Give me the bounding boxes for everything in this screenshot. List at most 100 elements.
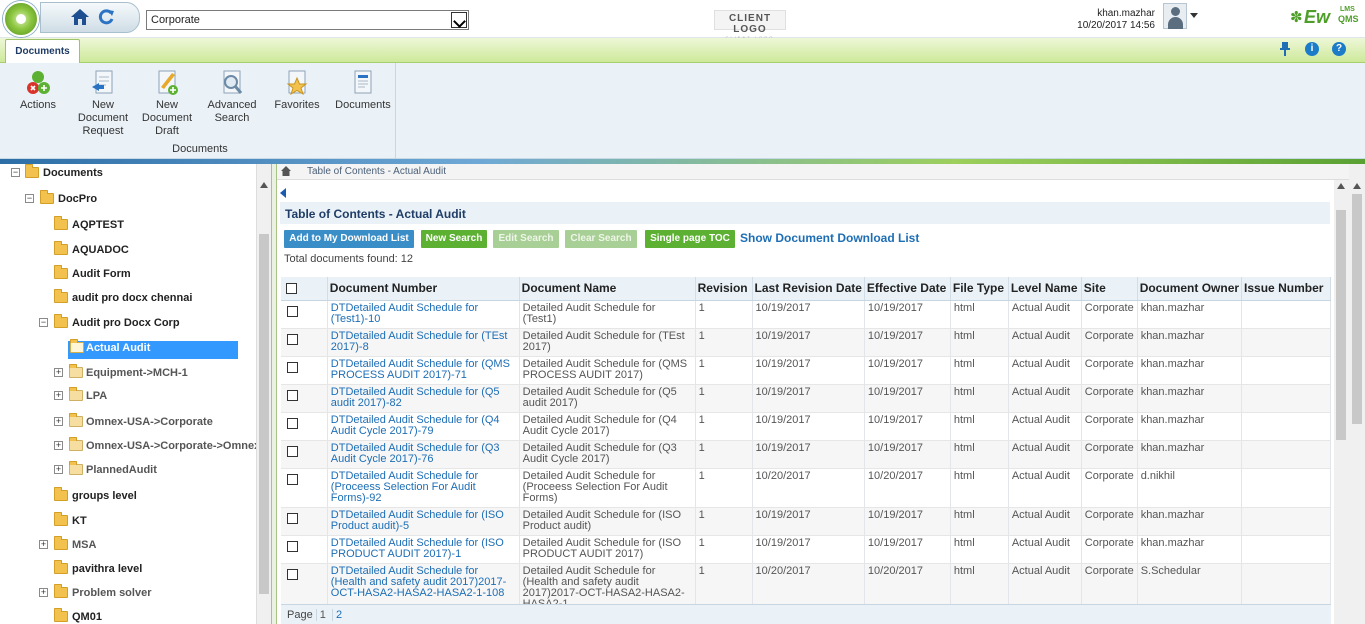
table-row[interactable]: DTDetailed Audit Schedule for (Q4 Audit … bbox=[281, 412, 1331, 441]
caret-down-icon[interactable] bbox=[1190, 13, 1198, 18]
documents-button[interactable]: Documents bbox=[332, 69, 394, 112]
expand-icon[interactable]: + bbox=[39, 540, 48, 549]
new-document-request-button[interactable]: New Document Request bbox=[76, 69, 130, 138]
row-checkbox[interactable] bbox=[287, 389, 298, 401]
expand-icon[interactable]: + bbox=[39, 588, 48, 597]
tree-scrollbar[interactable] bbox=[256, 164, 271, 624]
column-header[interactable]: File Type bbox=[950, 277, 1009, 301]
table-cell: khan.mazhar bbox=[1137, 507, 1243, 536]
home-icon[interactable] bbox=[70, 8, 90, 26]
table-row[interactable]: DTDetailed Audit Schedule for (ISO PRODU… bbox=[281, 535, 1331, 564]
tab-documents[interactable]: Documents bbox=[5, 39, 80, 64]
organization-select[interactable]: Corporate bbox=[146, 10, 469, 30]
add-to-download-list-button[interactable]: Add to My Download List bbox=[284, 230, 414, 248]
table-row[interactable]: DTDetailed Audit Schedule for (QMS PROCE… bbox=[281, 356, 1331, 385]
row-checkbox[interactable] bbox=[287, 540, 298, 552]
document-number-link[interactable]: DTDetailed Audit Schedule for (Q3 Audit … bbox=[327, 440, 520, 469]
column-header[interactable]: Site bbox=[1081, 277, 1138, 301]
document-number-link[interactable]: DTDetailed Audit Schedule for (ISO PRODU… bbox=[327, 535, 520, 564]
scroll-thumb[interactable] bbox=[1352, 194, 1362, 424]
collapse-icon[interactable]: − bbox=[11, 168, 20, 177]
edit-search-button[interactable]: Edit Search bbox=[493, 230, 559, 248]
new-document-draft-button[interactable]: New Document Draft bbox=[140, 69, 194, 138]
table-row[interactable]: DTDetailed Audit Schedule for (TEst 2017… bbox=[281, 328, 1331, 357]
document-number-link[interactable]: DTDetailed Audit Schedule for (ISO Produ… bbox=[327, 507, 520, 536]
document-number-link[interactable]: DTDetailed Audit Schedule for (Q5 audit … bbox=[327, 384, 520, 413]
scroll-up-icon[interactable] bbox=[1353, 183, 1361, 189]
table-cell: html bbox=[950, 507, 1009, 536]
expand-icon[interactable]: + bbox=[54, 465, 63, 474]
row-checkbox[interactable] bbox=[287, 512, 298, 524]
document-number-link[interactable]: DTDetailed Audit Schedule for (TEst 2017… bbox=[327, 328, 520, 357]
document-number-link[interactable]: DTDetailed Audit Schedule for (Test1)-10 bbox=[327, 300, 520, 329]
column-header[interactable]: Document Owner bbox=[1137, 277, 1243, 301]
column-header[interactable]: Effective Date bbox=[864, 277, 951, 301]
expand-icon[interactable]: + bbox=[54, 368, 63, 377]
table-row[interactable]: DTDetailed Audit Schedule for (Q5 audit … bbox=[281, 384, 1331, 413]
show-download-list-link[interactable]: Show Document Download List bbox=[740, 231, 919, 245]
column-header[interactable]: Revision bbox=[695, 277, 753, 301]
table-row[interactable]: DTDetailed Audit Schedule for (Health an… bbox=[281, 563, 1331, 611]
column-header[interactable]: Issue Number bbox=[1241, 277, 1331, 301]
clear-search-button[interactable]: Clear Search bbox=[565, 230, 637, 248]
column-header[interactable]: Document Number bbox=[327, 277, 520, 301]
table-row[interactable]: DTDetailed Audit Schedule for (ISO Produ… bbox=[281, 507, 1331, 536]
row-checkbox[interactable] bbox=[287, 333, 298, 345]
document-number-link[interactable]: DTDetailed Audit Schedule for (Proceess … bbox=[327, 468, 520, 508]
row-checkbox[interactable] bbox=[287, 445, 298, 457]
table-cell: khan.mazhar bbox=[1137, 535, 1243, 564]
table-cell: Detailed Audit Schedule for (Health and … bbox=[519, 563, 696, 611]
tree-node-label: AQPTEST bbox=[72, 219, 124, 231]
table-row[interactable]: DTDetailed Audit Schedule for (Q3 Audit … bbox=[281, 440, 1331, 469]
favorites-button[interactable]: Favorites bbox=[272, 69, 322, 112]
table-row[interactable]: DTDetailed Audit Schedule for (Proceess … bbox=[281, 468, 1331, 508]
breadcrumb: Table of Contents - Actual Audit bbox=[277, 164, 1365, 180]
user-avatar-icon[interactable] bbox=[1163, 3, 1187, 29]
scroll-thumb[interactable] bbox=[259, 234, 269, 594]
row-checkbox[interactable] bbox=[287, 417, 298, 429]
tree-node-label: MSA bbox=[72, 539, 97, 551]
breadcrumb-text[interactable]: Table of Contents - Actual Audit bbox=[307, 166, 446, 177]
advanced-search-button[interactable]: Advanced Search bbox=[204, 69, 260, 125]
page-2-link[interactable]: 2 bbox=[331, 609, 345, 621]
scroll-up-icon[interactable] bbox=[260, 182, 268, 188]
collapse-icon[interactable]: − bbox=[39, 318, 48, 327]
select-all-checkbox[interactable] bbox=[286, 282, 297, 294]
column-header[interactable]: Last Revision Date bbox=[752, 277, 865, 301]
row-checkbox[interactable] bbox=[287, 305, 298, 317]
page-scrollbar[interactable] bbox=[1349, 164, 1365, 624]
expand-icon[interactable]: + bbox=[54, 441, 63, 450]
document-number-link[interactable]: DTDetailed Audit Schedule for (Health an… bbox=[327, 563, 520, 611]
chevron-down-icon[interactable] bbox=[451, 12, 467, 28]
table-scrollbar[interactable] bbox=[1334, 180, 1349, 624]
expand-icon[interactable]: + bbox=[54, 417, 63, 426]
refresh-icon[interactable] bbox=[97, 8, 115, 26]
pin-icon[interactable] bbox=[1279, 42, 1291, 56]
page-1-link[interactable]: 1 bbox=[315, 609, 329, 621]
column-header[interactable]: Level Name bbox=[1008, 277, 1082, 301]
new-search-button[interactable]: New Search bbox=[421, 230, 487, 248]
document-number-link[interactable]: DTDetailed Audit Schedule for (QMS PROCE… bbox=[327, 356, 520, 385]
row-checkbox[interactable] bbox=[287, 473, 298, 485]
table-row[interactable]: DTDetailed Audit Schedule for (Test1)-10… bbox=[281, 300, 1331, 329]
home-icon[interactable] bbox=[281, 166, 291, 176]
single-page-toc-button[interactable]: Single page TOC bbox=[645, 230, 735, 248]
scroll-up-icon[interactable] bbox=[1337, 183, 1345, 189]
column-header[interactable]: Document Name bbox=[519, 277, 696, 301]
help-icon[interactable]: ? bbox=[1332, 42, 1346, 56]
info-icon[interactable]: i bbox=[1305, 42, 1319, 56]
table-cell: 10/19/2017 bbox=[864, 328, 951, 357]
app-logo-icon[interactable] bbox=[3, 1, 39, 37]
folder-icon bbox=[54, 560, 68, 574]
table-cell: 1 bbox=[695, 563, 753, 611]
collapse-panel-icon[interactable] bbox=[280, 188, 286, 198]
scroll-thumb[interactable] bbox=[1336, 210, 1346, 440]
table-cell: 1 bbox=[695, 535, 753, 564]
actions-button[interactable]: Actions bbox=[18, 69, 58, 112]
row-checkbox[interactable] bbox=[287, 361, 298, 373]
collapse-icon[interactable]: − bbox=[25, 194, 34, 203]
table-cell: 10/19/2017 bbox=[864, 384, 951, 413]
document-number-link[interactable]: DTDetailed Audit Schedule for (Q4 Audit … bbox=[327, 412, 520, 441]
expand-icon[interactable]: + bbox=[54, 391, 63, 400]
row-checkbox[interactable] bbox=[287, 568, 298, 580]
